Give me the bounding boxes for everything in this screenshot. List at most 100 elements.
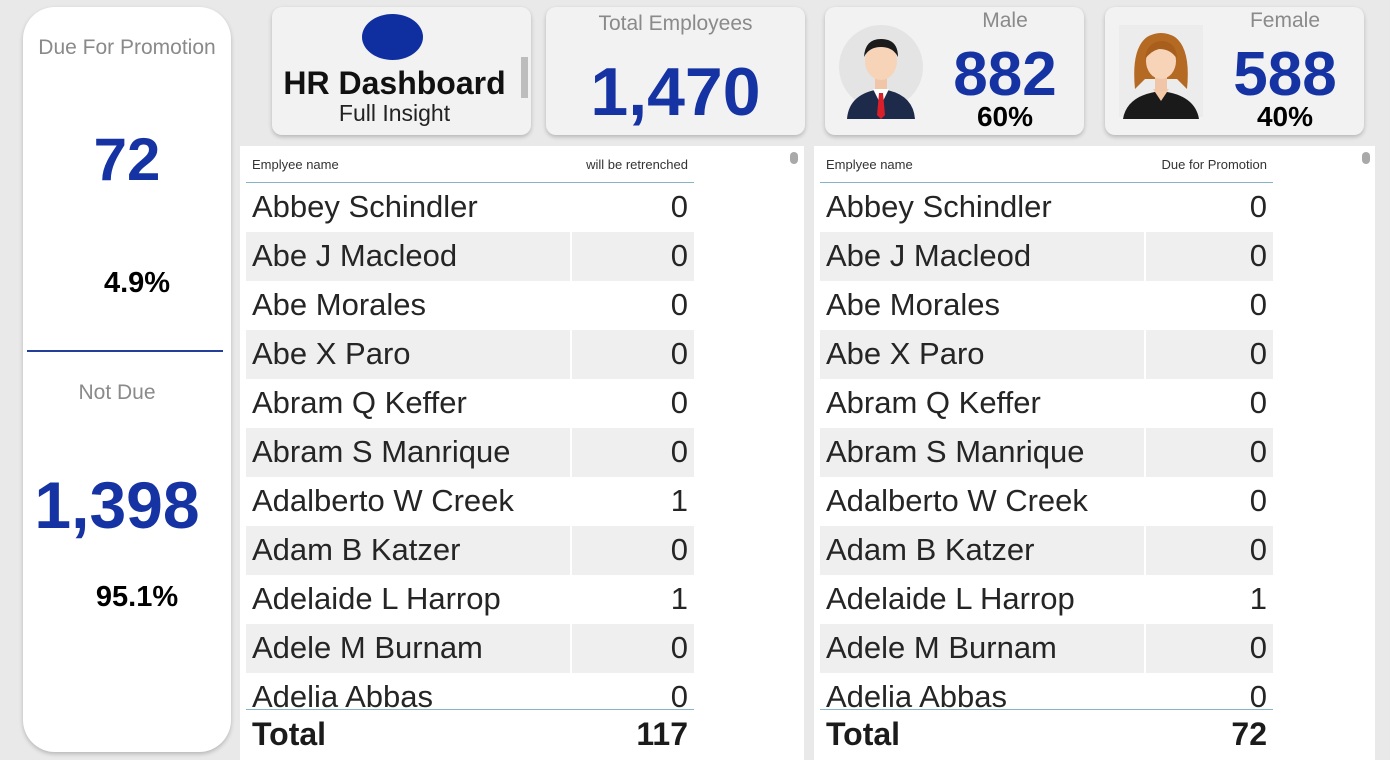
retrenchment-table-total-row: Total 117	[246, 709, 694, 756]
employee-name-cell: Abram Q Keffer	[826, 385, 1041, 420]
due-percentage: 4.9%	[103, 267, 171, 299]
employee-name-cell: Adam B Katzer	[252, 532, 461, 567]
dashboard-title: HR Dashboard	[283, 65, 506, 101]
table-row[interactable]: Adam B Katzer 0	[246, 526, 694, 575]
table-row[interactable]: Abbey Schindler 0	[820, 183, 1273, 232]
table-row[interactable]: Adelaide L Harrop 1	[246, 575, 694, 624]
table-row[interactable]: Abram S Manrique 0	[246, 428, 694, 477]
logo-circle-icon	[362, 14, 423, 60]
female-avatar-icon	[1115, 19, 1207, 121]
column-header-retrenched[interactable]: will be retrenched	[586, 157, 688, 172]
employee-name-cell: Abe X Paro	[252, 336, 411, 371]
table-row[interactable]: Abram S Manrique 0	[820, 428, 1273, 477]
employee-name-cell: Adele M Burnam	[252, 630, 483, 665]
promotion-table-total-row: Total 72	[820, 709, 1273, 756]
column-header-employee-name[interactable]: Emplyee name	[826, 157, 913, 172]
female-percentage: 40%	[1256, 101, 1314, 132]
employee-name-cell: Adam B Katzer	[826, 532, 1035, 567]
table-row[interactable]: Abram Q Keffer 0	[820, 379, 1273, 428]
value-cell: 0	[1249, 287, 1267, 322]
value-cell: 0	[670, 287, 688, 322]
employee-name-cell: Abbey Schindler	[252, 189, 478, 224]
title-card-scrollbar[interactable]	[521, 57, 528, 98]
total-value: 72	[1231, 716, 1267, 752]
value-cell: 0	[670, 630, 688, 665]
male-percentage: 60%	[976, 101, 1034, 132]
table-row[interactable]: Adam B Katzer 0	[820, 526, 1273, 575]
table-row[interactable]: Abe Morales 0	[246, 281, 694, 330]
promotion-card: Due For Promotion 72 4.9% Not Due 1,398 …	[23, 7, 231, 752]
promotion-table-scrollbar[interactable]	[1362, 152, 1370, 164]
due-count: 72	[93, 126, 161, 193]
table-row[interactable]: Abe J Macleod 0	[246, 232, 694, 281]
value-cell: 0	[1249, 336, 1267, 371]
table-row[interactable]: Adalberto W Creek 1	[246, 477, 694, 526]
female-label: Female	[1249, 9, 1321, 32]
value-cell: 0	[1249, 630, 1267, 665]
employee-name-cell: Adelaide L Harrop	[826, 581, 1075, 616]
table-row[interactable]: Adele M Burnam 0	[246, 624, 694, 673]
value-cell: 1	[670, 483, 688, 518]
employee-name-cell: Abe X Paro	[826, 336, 985, 371]
retrenchment-table-scrollbar[interactable]	[790, 152, 798, 164]
employee-name-cell: Abram S Manrique	[252, 434, 511, 469]
table-row[interactable]: Abe X Paro 0	[820, 330, 1273, 379]
table-row[interactable]: Abram Q Keffer 0	[246, 379, 694, 428]
value-cell: 0	[670, 434, 688, 469]
total-label: Total	[826, 716, 901, 752]
table-row[interactable]: Abe X Paro 0	[246, 330, 694, 379]
value-cell: 0	[670, 532, 688, 567]
value-cell: 0	[1249, 434, 1267, 469]
value-cell: 0	[670, 189, 688, 224]
table-row[interactable]: Adele M Burnam 0	[820, 624, 1273, 673]
employee-name-cell: Abram S Manrique	[826, 434, 1085, 469]
male-avatar-icon	[835, 19, 927, 121]
table-row[interactable]: Abbey Schindler 0	[246, 183, 694, 232]
table-row[interactable]: Adelaide L Harrop 1	[820, 575, 1273, 624]
employee-name-cell: Abe J Macleod	[826, 238, 1032, 273]
employee-name-cell: Adelaide L Harrop	[252, 581, 501, 616]
dashboard-title-card: HR Dashboard Full Insight	[272, 7, 531, 135]
value-cell: 0	[670, 336, 688, 371]
table-row[interactable]: Adalberto W Creek 0	[820, 477, 1273, 526]
value-cell: 0	[1249, 189, 1267, 224]
value-cell: 0	[1249, 483, 1267, 518]
not-due-percentage: 95.1%	[95, 581, 179, 613]
employee-name-cell: Adele M Burnam	[826, 630, 1057, 665]
dashboard-subtitle: Full Insight	[338, 100, 451, 126]
employee-name-cell: Abbey Schindler	[826, 189, 1052, 224]
retrenchment-table-body: Abbey Schindler 0 Abe J Macleod 0 Abe Mora…	[246, 183, 694, 709]
promotion-card-title: Due For Promotion	[38, 36, 216, 59]
table-row[interactable]: Adelia Abbas 0	[820, 673, 1273, 709]
value-cell: 1	[1249, 581, 1267, 616]
promotion-table-header: Emplyee name Due for Promotion	[820, 146, 1273, 183]
promotion-table-body: Abbey Schindler 0 Abe J Macleod 0 Abe Mora…	[820, 183, 1273, 709]
employee-name-cell: Abe J Macleod	[252, 238, 458, 273]
female-count: 588	[1233, 40, 1337, 109]
total-value: 117	[636, 716, 688, 752]
employee-name-cell: Adelia Abbas	[252, 679, 433, 709]
value-cell: 0	[670, 385, 688, 420]
value-cell: 0	[670, 679, 688, 709]
value-cell: 0	[670, 238, 688, 273]
value-cell: 0	[1249, 532, 1267, 567]
employee-name-cell: Abram Q Keffer	[252, 385, 467, 420]
column-header-due-for-promotion[interactable]: Due for Promotion	[1162, 157, 1268, 172]
total-employees-value: 1,470	[590, 54, 761, 130]
table-row[interactable]: Adelia Abbas 0	[246, 673, 694, 709]
male-label: Male	[982, 9, 1028, 32]
employee-name-cell: Adalberto W Creek	[826, 483, 1088, 518]
male-count: 882	[953, 40, 1057, 109]
table-row[interactable]: Abe Morales 0	[820, 281, 1273, 330]
column-header-employee-name[interactable]: Emplyee name	[252, 157, 339, 172]
promotion-table: Emplyee name Due for Promotion Abbey Sch…	[820, 146, 1273, 756]
male-card: Male 882 60%	[825, 7, 1084, 135]
retrenchment-table-panel: Emplyee name will be retrenched Abbey Sc…	[240, 146, 804, 760]
table-row[interactable]: Abe J Macleod 0	[820, 232, 1273, 281]
promotion-divider	[27, 350, 223, 352]
value-cell: 0	[1249, 679, 1267, 709]
value-cell: 1	[670, 581, 688, 616]
employee-name-cell: Adelia Abbas	[826, 679, 1007, 709]
total-employees-card: Total Employees 1,470	[546, 7, 805, 135]
not-due-label: Not Due	[78, 381, 156, 404]
